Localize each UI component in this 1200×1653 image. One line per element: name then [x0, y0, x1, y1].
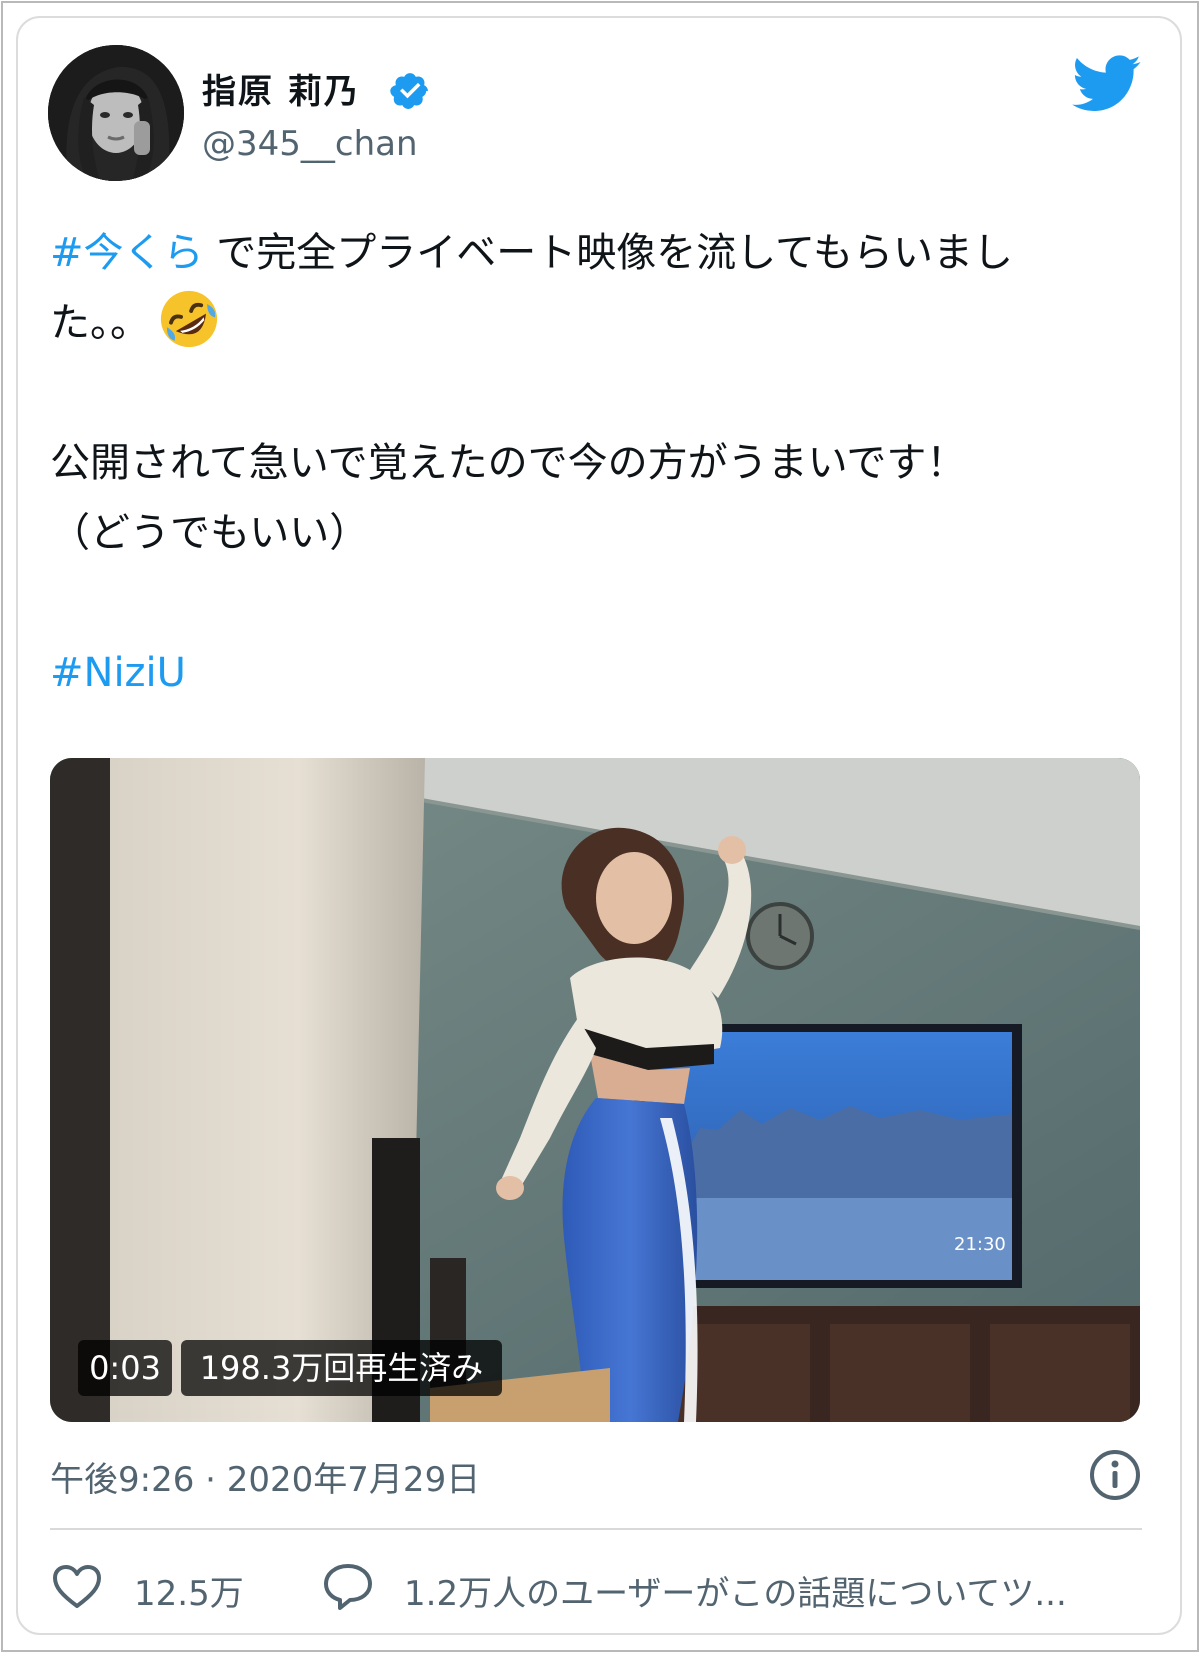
info-icon[interactable] [1088, 1448, 1142, 1502]
user-handle[interactable]: @345__chan [202, 124, 418, 164]
tweet-line-1: #今くら で完全プライベート映像を流してもらいまし [50, 218, 1130, 288]
like-count[interactable]: 12.5万 [134, 1566, 244, 1615]
tv-clock-text: 21:30 [954, 1234, 1006, 1255]
profile-photo-icon [48, 45, 184, 181]
verified-badge-icon [390, 73, 428, 109]
hashtag-link-niziu[interactable]: #NiziU [50, 650, 186, 696]
video-player[interactable]: 21:30 [50, 758, 1140, 1422]
hashtag-link-imakura[interactable]: #今くら [50, 230, 204, 276]
conversation-link[interactable]: 1.2万人のユーザーがこの話題についてツ... [404, 1566, 1074, 1615]
avatar[interactable] [48, 45, 184, 181]
tweet-line-2: た。。 [50, 288, 1130, 358]
twitter-bird-icon[interactable] [1072, 55, 1142, 113]
tweet-line-4: （どうでもいい） [50, 510, 370, 556]
tweet-line-1-text: で完全プライベート映像を流してもらいまし [203, 230, 1014, 276]
tweet-line-3: 公開されて急いで覚えたので今の方がうまいです！ [50, 440, 967, 486]
divider [50, 1528, 1142, 1530]
display-name[interactable]: 指原 莉乃 [202, 64, 360, 113]
video-views-badge: 198.3万回再生済み [181, 1340, 502, 1396]
video-frame: 21:30 [50, 758, 1140, 1422]
rolling-laughing-emoji-icon [160, 290, 218, 348]
tweet-line-5: #NiziU [50, 638, 1130, 708]
tweet-timestamp[interactable]: 午後9:26 · 2020年7月29日 [50, 1452, 480, 1501]
tweet-text: #今くら で完全プライベート映像を流してもらいまし た。。 公開されて急いで覚え… [50, 218, 1130, 708]
heart-icon[interactable] [52, 1564, 102, 1610]
video-elapsed-badge: 0:03 [78, 1340, 172, 1396]
tweet-line-2-text: た。。 [50, 300, 150, 346]
reply-bubble-icon[interactable] [322, 1562, 374, 1612]
